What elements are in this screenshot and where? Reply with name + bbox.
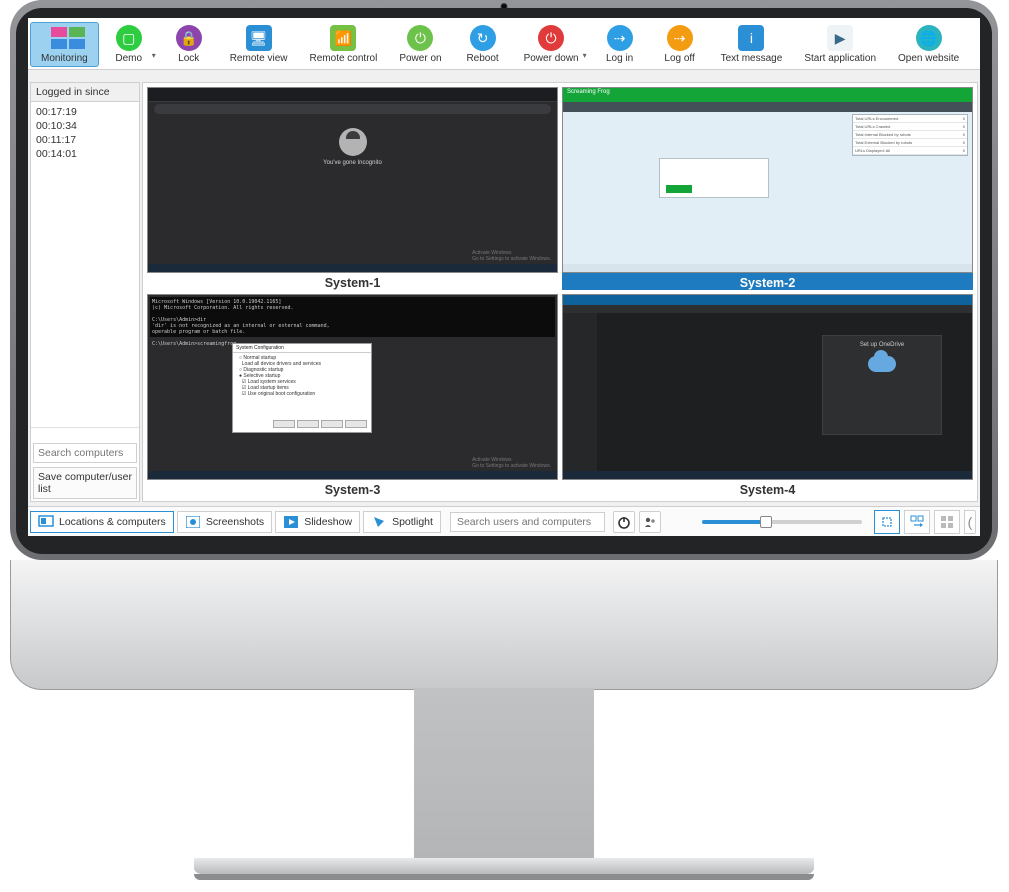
tab-spotlight[interactable]: Spotlight	[363, 511, 441, 533]
system-tile-4[interactable]: Set up OneDrive System-4 MonitoringDemo▸…	[562, 294, 973, 497]
toolbar-log-off[interactable]: ⇢Log off	[650, 22, 710, 67]
toolbar-monitoring[interactable]: Monitoring	[30, 22, 99, 67]
login-time: 00:17:19	[36, 105, 134, 119]
toolbar-remote-view[interactable]: 🖥Remote view	[219, 22, 299, 67]
sidebar: Logged in since 00:17:1900:10:3400:11:17…	[30, 82, 140, 502]
caption-system-3: System-3	[147, 480, 558, 497]
system-tile-3[interactable]: Microsoft Windows [Version 10.0.19042.11…	[147, 294, 558, 497]
search-users-input[interactable]	[450, 512, 605, 532]
sidebar-header: Logged in since	[31, 83, 139, 102]
toolbar-demo[interactable]: ▢Demo▾	[99, 22, 159, 67]
system-tile-1[interactable]: You've gone Incognito Activate Windows G…	[147, 87, 558, 290]
rearrange-button[interactable]	[904, 510, 930, 534]
monitoring-grid: You've gone Incognito Activate Windows G…	[142, 82, 978, 502]
toolbar-lock[interactable]: 🔒Lock	[159, 22, 219, 67]
system-tile-2[interactable]: Screaming Frog Total URLs Encountered0 T…	[562, 87, 973, 290]
thumb-system-2: Screaming Frog Total URLs Encountered0 T…	[562, 87, 973, 273]
screenshots-icon	[185, 515, 201, 529]
fit-screen-button[interactable]	[874, 510, 900, 534]
slideshow-icon	[283, 515, 299, 529]
caption-system-2: System-2	[562, 273, 973, 290]
tab-slideshow[interactable]: Slideshow	[275, 511, 360, 533]
zoom-slider[interactable]	[702, 520, 862, 524]
main-toolbar: Monitoring▢Demo▾🔒Lock🖥Remote view📶Remote…	[28, 18, 980, 70]
frog-titlebar: Screaming Frog	[563, 88, 972, 102]
thumb-system-4: Set up OneDrive	[562, 294, 973, 480]
thumb-system-1: You've gone Incognito Activate Windows G…	[147, 87, 558, 273]
locations-icon	[38, 515, 54, 529]
toolbar-reboot[interactable]: ↻Reboot	[453, 22, 513, 67]
toolbar-start-application[interactable]: ▶Start application	[793, 22, 887, 67]
login-time: 00:11:17	[36, 133, 134, 147]
toolbar-open-website[interactable]: 🌐Open website	[887, 22, 970, 67]
save-list-button[interactable]: Save computer/user list	[33, 467, 137, 499]
search-computers-input[interactable]	[33, 443, 137, 463]
thumb-system-3: Microsoft Windows [Version 10.0.19042.11…	[147, 294, 558, 480]
sidebar-times: 00:17:1900:10:3400:11:1700:14:01	[31, 102, 139, 427]
tab-screenshots[interactable]: Screenshots	[177, 511, 272, 533]
login-time: 00:14:01	[36, 147, 134, 161]
bottom-bar: Locations & computers Screenshots Slides…	[28, 506, 980, 536]
users-button[interactable]	[639, 511, 661, 533]
onedrive-heading: Set up OneDrive	[823, 342, 941, 348]
caption-system-1: System-1	[147, 273, 558, 290]
login-time: 00:10:34	[36, 119, 134, 133]
grid-view-button[interactable]	[934, 510, 960, 534]
toolbar-log-in[interactable]: ⇢Log in	[590, 22, 650, 67]
power-menu-button[interactable]	[613, 511, 635, 533]
toolbar-power-on[interactable]: ⏻Power on	[388, 22, 452, 67]
incognito-heading: You've gone Incognito	[148, 160, 557, 166]
caption-system-4: System-4	[562, 480, 973, 497]
more-button[interactable]: (	[964, 510, 976, 534]
cfg-title: System Configuration	[233, 344, 371, 353]
spotlight-icon	[371, 515, 387, 529]
toolbar-power-down[interactable]: ⏻Power down▾	[513, 22, 590, 67]
sidebar-hscroll[interactable]	[31, 427, 139, 441]
toolbar-text-message[interactable]: iText message	[710, 22, 794, 67]
toolbar-remote-control[interactable]: 📶Remote control	[299, 22, 389, 67]
tab-locations[interactable]: Locations & computers	[30, 511, 174, 533]
main-area: Logged in since 00:17:1900:10:3400:11:17…	[28, 80, 980, 504]
